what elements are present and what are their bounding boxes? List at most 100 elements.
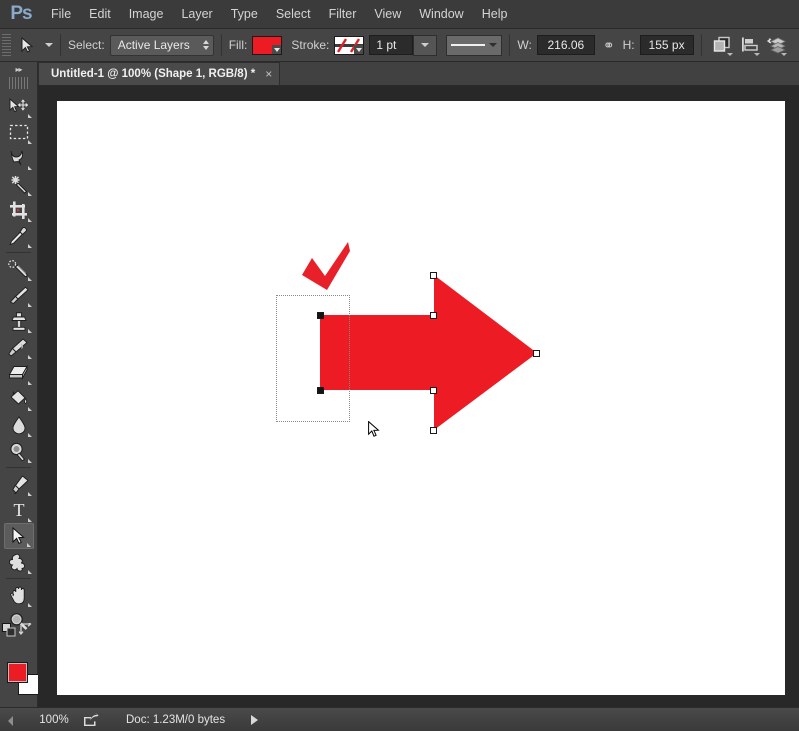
tool-flyout-indicator[interactable] bbox=[28, 243, 32, 248]
tool-flyout-indicator[interactable] bbox=[28, 380, 32, 385]
share-button[interactable] bbox=[78, 708, 104, 731]
move-tool-icon bbox=[9, 97, 28, 112]
tool-flyout-indicator[interactable] bbox=[28, 165, 32, 170]
tool-brush[interactable] bbox=[4, 282, 34, 308]
tool-flyout-indicator[interactable] bbox=[28, 458, 32, 463]
menu-select[interactable]: Select bbox=[267, 3, 320, 25]
tool-flyout-indicator[interactable] bbox=[28, 406, 32, 411]
foreground-background-colors bbox=[0, 660, 39, 704]
photoshop-logo: Ps bbox=[10, 3, 32, 24]
stroke-style-dropdown[interactable] bbox=[446, 34, 503, 56]
tool-preset-chevron-down-icon[interactable] bbox=[45, 43, 53, 47]
path-anchor-point[interactable] bbox=[533, 350, 540, 357]
divider bbox=[509, 34, 511, 56]
fill-label: Fill: bbox=[228, 38, 248, 52]
tool-clone-stamp[interactable] bbox=[4, 308, 34, 334]
tool-flyout-indicator[interactable] bbox=[28, 432, 32, 437]
menu-help[interactable]: Help bbox=[473, 3, 517, 25]
stroke-weight-value: 1 pt bbox=[376, 38, 397, 52]
history-brush-tool-icon bbox=[8, 337, 28, 357]
path-arrangement-button[interactable] bbox=[763, 32, 790, 58]
rectangular-marquee-tool-icon bbox=[9, 124, 28, 140]
tool-flyout-indicator[interactable] bbox=[27, 542, 31, 547]
path-operations-button[interactable] bbox=[709, 32, 736, 58]
document-info: Doc: 1.23M/0 bytes bbox=[126, 713, 226, 726]
tool-pen[interactable] bbox=[4, 471, 34, 497]
tool-eraser[interactable] bbox=[4, 360, 34, 386]
select-mode-dropdown[interactable]: Active Layers bbox=[109, 34, 214, 56]
tool-crop[interactable] bbox=[4, 197, 34, 223]
stroke-dropdown-chevron-icon[interactable] bbox=[354, 44, 364, 54]
tool-flyout-indicator[interactable] bbox=[28, 328, 32, 333]
spot-healing-brush-tool-icon bbox=[8, 259, 28, 277]
tool-blur[interactable] bbox=[4, 412, 34, 438]
tool-flyout-indicator[interactable] bbox=[28, 217, 32, 222]
stroke-weight-units-dropdown[interactable] bbox=[413, 34, 438, 56]
toolbar-drag-grip[interactable] bbox=[9, 77, 28, 89]
tool-rectangular-marquee[interactable] bbox=[4, 119, 34, 145]
path-marquee-rectangle bbox=[276, 295, 350, 422]
menu-filter[interactable]: Filter bbox=[320, 3, 366, 25]
fill-color-swatch[interactable] bbox=[252, 35, 283, 55]
tool-flyout-indicator[interactable] bbox=[28, 113, 32, 118]
canvas[interactable] bbox=[57, 101, 785, 695]
tool-flyout-indicator[interactable] bbox=[28, 569, 32, 574]
hand-tool-icon bbox=[9, 586, 25, 604]
tool-flyout-indicator[interactable] bbox=[28, 276, 32, 281]
tool-eyedropper[interactable] bbox=[4, 223, 34, 249]
tool-custom-shape[interactable] bbox=[4, 549, 34, 575]
tool-spot-healing-brush[interactable] bbox=[4, 256, 34, 282]
tool-lasso[interactable] bbox=[4, 145, 34, 171]
tool-dodge[interactable] bbox=[4, 438, 34, 464]
tool-type[interactable]: T bbox=[4, 497, 34, 523]
path-anchor-point[interactable] bbox=[430, 427, 437, 434]
type-tool-icon: T bbox=[13, 501, 24, 519]
foreground-color-swatch[interactable] bbox=[7, 662, 28, 683]
path-anchor-point[interactable] bbox=[317, 387, 324, 394]
default-colors-icon[interactable] bbox=[2, 623, 17, 642]
tool-quick-selection[interactable] bbox=[4, 171, 34, 197]
tool-path-selection[interactable] bbox=[3, 523, 34, 549]
width-input: 216.06 bbox=[536, 35, 595, 55]
menu-file[interactable]: File bbox=[42, 3, 80, 25]
path-anchor-point[interactable] bbox=[430, 272, 437, 279]
tool-flyout-indicator[interactable] bbox=[28, 139, 32, 144]
tool-flyout-indicator[interactable] bbox=[28, 302, 32, 307]
divider bbox=[700, 34, 702, 56]
path-anchor-point[interactable] bbox=[430, 312, 437, 319]
close-icon[interactable]: × bbox=[265, 67, 272, 81]
tool-history-brush[interactable] bbox=[4, 334, 34, 360]
tool-flyout-indicator[interactable] bbox=[28, 354, 32, 359]
tool-move[interactable] bbox=[4, 93, 34, 119]
tool-flyout-indicator[interactable] bbox=[28, 602, 32, 607]
menu-edit[interactable]: Edit bbox=[80, 3, 120, 25]
menu-layer[interactable]: Layer bbox=[172, 3, 221, 25]
menu-type[interactable]: Type bbox=[222, 3, 267, 25]
path-anchor-point[interactable] bbox=[430, 387, 437, 394]
color-controls-row bbox=[0, 621, 37, 658]
document-tab[interactable]: Untitled-1 @ 100% (Shape 1, RGB/8) * × bbox=[38, 62, 281, 85]
tool-paint-bucket[interactable] bbox=[4, 386, 34, 412]
menu-view[interactable]: View bbox=[365, 3, 410, 25]
chain-link-icon[interactable]: ⚭ bbox=[603, 37, 615, 54]
tool-flyout-indicator[interactable] bbox=[28, 491, 32, 496]
dodge-tool-icon bbox=[9, 442, 25, 461]
menu-image[interactable]: Image bbox=[120, 3, 173, 25]
resize-grip[interactable] bbox=[0, 708, 30, 731]
toolbar-collapse-button[interactable]: ▸▸ bbox=[0, 62, 37, 76]
tool-flyout-indicator[interactable] bbox=[28, 517, 32, 522]
checkmark-shape bbox=[302, 242, 350, 290]
tool-flyout-indicator[interactable] bbox=[28, 191, 32, 196]
stroke-color-swatch[interactable] bbox=[334, 35, 365, 55]
fill-dropdown-chevron-icon[interactable] bbox=[272, 44, 282, 54]
zoom-level-input[interactable]: 100% bbox=[30, 714, 78, 726]
path-anchor-point[interactable] bbox=[317, 312, 324, 319]
status-bar-expand-icon[interactable] bbox=[251, 714, 259, 725]
crop-tool-icon bbox=[9, 201, 27, 219]
tool-hand[interactable] bbox=[4, 582, 34, 608]
swap-colors-icon[interactable] bbox=[18, 621, 33, 639]
options-bar-grip[interactable] bbox=[2, 34, 11, 56]
menu-window[interactable]: Window bbox=[410, 3, 472, 25]
path-alignment-button[interactable] bbox=[736, 32, 763, 58]
current-tool-preview[interactable] bbox=[14, 33, 40, 57]
